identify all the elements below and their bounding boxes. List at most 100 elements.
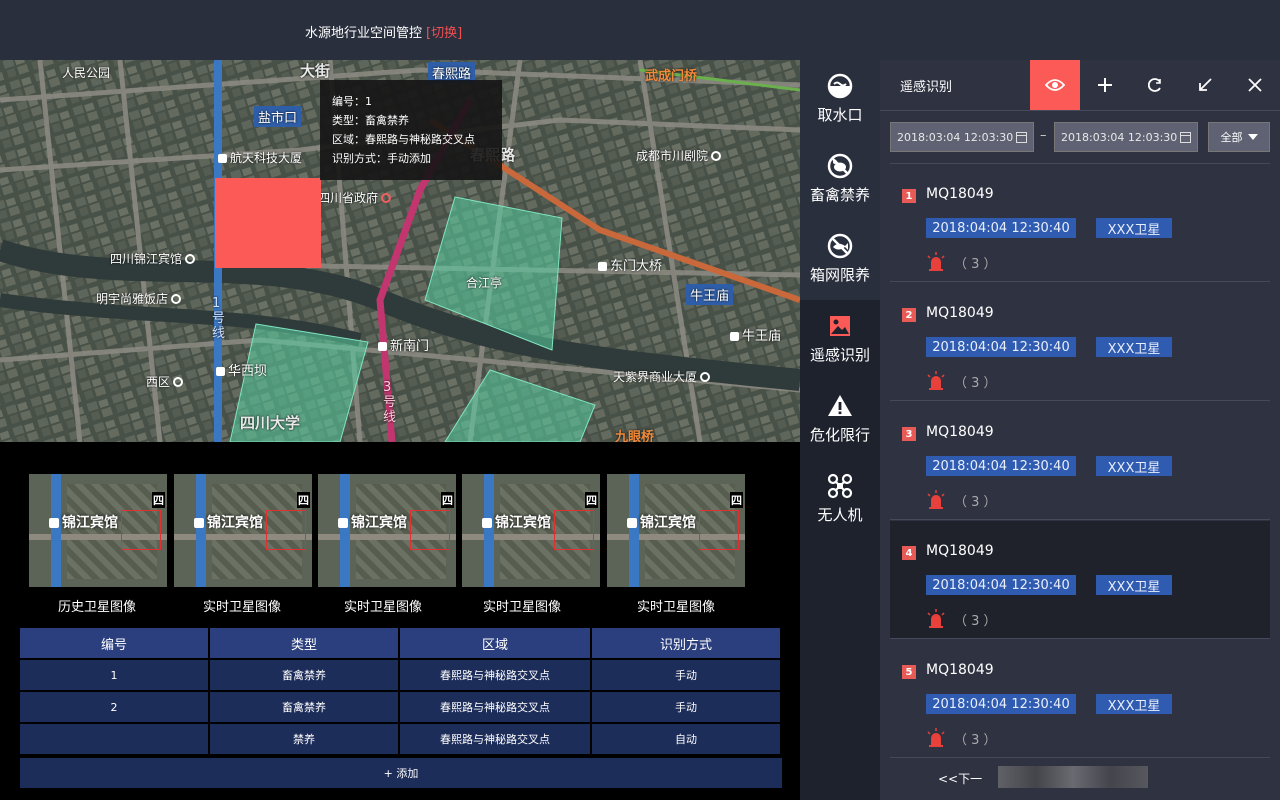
map-label-renmin-park: 人民公园 — [62, 66, 111, 80]
close-button[interactable] — [1230, 60, 1280, 110]
thumbnail-5[interactable]: 四 锦江宾馆 — [607, 474, 745, 587]
thumbnail-corner-label: 四 — [441, 492, 454, 508]
selected-area-marker[interactable] — [215, 178, 321, 268]
drone-icon — [827, 473, 853, 499]
table-cell-method: 手动 — [592, 692, 780, 722]
water-intake-icon — [827, 73, 853, 99]
thumbnail-caption-5: 实时卫星图像 — [636, 600, 715, 615]
map-label-aerospace-tower-text: 航天科技大厦 — [230, 151, 303, 165]
map-label-mingyu-hotel-text: 明宇尚雅饭店 — [96, 292, 169, 306]
map-label-line1: 1号线 — [212, 296, 226, 341]
map-label-niuwang-temple: 牛王庙 — [730, 325, 781, 344]
close-icon — [1248, 78, 1262, 92]
thumbnail-4[interactable]: 四 锦江宾馆 — [462, 474, 600, 587]
item-count: （ 3 ） — [954, 257, 997, 272]
minimize-button[interactable] — [1180, 60, 1230, 110]
map-label-xiqu-text: 西区 — [146, 375, 171, 389]
map-label-tianzijie: 天紫界商业大厦 — [613, 368, 711, 385]
thumbnail-caption-3: 实时卫星图像 — [343, 600, 422, 615]
nav-livestock-ban[interactable]: 畜禽禁养 — [800, 140, 880, 220]
item-count: （ 3 ） — [954, 614, 997, 629]
filter-value: 全部 — [1220, 131, 1243, 144]
date-from-input[interactable]: 2018:03:04 12:03:30 — [890, 122, 1034, 152]
item-code: MQ18049 — [926, 186, 994, 202]
switch-link[interactable]: [切换] — [426, 26, 462, 41]
list-item[interactable]: 4 MQ18049 2018:04:04 12:30:40 XXX卫星 （ 3 … — [890, 521, 1270, 639]
table-cell-id: 1 — [20, 660, 208, 690]
side-nav: 取水口 畜禽禁养 箱网限养 遥感识别 危化限行 无人机 — [800, 60, 880, 800]
hazard-warning-icon — [828, 395, 852, 416]
item-number: 4 — [902, 546, 916, 560]
satellite-map[interactable]: 人民公园 大街 春熙路 武成门桥 盐市口 航天科技大厦 春熙路 成都市川剧院 四… — [0, 60, 800, 442]
poi-icon — [598, 262, 607, 271]
poi-icon — [730, 332, 739, 341]
poi-icon — [216, 367, 225, 376]
map-label-niuwang-temple-text: 牛王庙 — [742, 329, 782, 344]
thumbnail-poi-name: 锦江宾馆 — [207, 515, 263, 531]
arrow-down-left-icon — [1199, 78, 1212, 91]
date-to-input[interactable]: 2018:03:04 12:03:30 — [1054, 122, 1198, 152]
poi-icon — [378, 342, 387, 351]
item-time-tag: 2018:04:04 12:30:40 — [926, 456, 1076, 476]
item-satellite-tag: XXX卫星 — [1096, 694, 1172, 714]
table-header-row: 编号 类型 区域 识别方式 — [20, 628, 782, 660]
calendar-icon — [1016, 132, 1027, 143]
highlight-box — [121, 510, 161, 550]
map-label-hejiang-pavilion: 合江亭 — [466, 276, 503, 290]
nav-water-intake[interactable]: 取水口 — [800, 60, 880, 140]
nav-hazard-limit[interactable]: 危化限行 — [800, 380, 880, 460]
table-row[interactable]: 2 畜禽禁养 春熙路与神秘路交叉点 手动 — [20, 692, 782, 724]
map-label-yanshikou: 盐市口 — [254, 106, 302, 127]
thumbnail-poi: 锦江宾馆 — [338, 512, 407, 532]
tooltip-method: 识别方式：手动添加 — [332, 152, 431, 165]
alarm-icon — [927, 728, 945, 747]
view-button[interactable] — [1030, 60, 1080, 110]
list-item[interactable]: 1 MQ18049 2018:04:04 12:30:40 XXX卫星 （ 3 … — [890, 164, 1270, 282]
thumbnail-1[interactable]: 四 锦江宾馆 — [29, 474, 167, 587]
list-item[interactable]: 2 MQ18049 2018:04:04 12:30:40 XXX卫星 （ 3 … — [890, 283, 1270, 401]
highlight-box — [266, 510, 306, 550]
item-count: （ 3 ） — [954, 733, 997, 748]
satellite-thumbnails: 四 锦江宾馆 历史卫星图像 四 锦江宾馆 实时卫星图像 四 锦江宾馆 实时卫星图… — [0, 442, 800, 628]
item-satellite-tag: XXX卫星 — [1096, 218, 1172, 238]
table-row[interactable]: 1 畜禽禁养 春熙路与神秘路交叉点 手动 — [20, 660, 782, 692]
map-label-xinnanmen-text: 新南门 — [390, 339, 430, 354]
thumbnail-2[interactable]: 四 锦江宾馆 — [174, 474, 312, 587]
nav-drone[interactable]: 无人机 — [800, 460, 880, 540]
divider — [880, 110, 1280, 111]
nav-cage-limit[interactable]: 箱网限养 — [800, 220, 880, 300]
poi-icon — [185, 254, 196, 264]
table-row[interactable]: 禁养 春熙路与神秘路交叉点 自动 — [20, 724, 782, 756]
thumbnail-caption-4: 实时卫星图像 — [482, 600, 561, 615]
table-cell-method: 手动 — [592, 660, 780, 690]
item-satellite-tag: XXX卫星 — [1096, 337, 1172, 357]
alarm-icon — [927, 252, 945, 271]
add-button[interactable] — [1080, 60, 1130, 110]
caret-down-icon — [1247, 134, 1258, 140]
date-range-separator: – — [1040, 128, 1047, 143]
map-label-tianzijie-text: 天紫界商业大厦 — [613, 370, 698, 384]
map-label-line3: 3号线 — [383, 380, 397, 425]
pager-prev-link[interactable]: <<下一 — [938, 770, 982, 787]
add-record-button[interactable]: + 添加 — [20, 758, 782, 788]
livestock-ban-icon — [827, 153, 853, 179]
alarm-icon — [927, 609, 945, 628]
thumbnail-3[interactable]: 四 锦江宾馆 — [318, 474, 456, 587]
map-label-sichuan-gov: 四川省政府 — [318, 189, 392, 206]
table-header-type: 类型 — [210, 628, 398, 658]
header-title-text: 水源地行业空间管控 — [305, 26, 423, 41]
thumbnail-corner-label: 四 — [152, 492, 165, 508]
nav-remote-sensing[interactable]: 遥感识别 — [800, 300, 880, 380]
list-item[interactable]: 3 MQ18049 2018:04:04 12:30:40 XXX卫星 （ 3 … — [890, 402, 1270, 520]
filter-dropdown[interactable]: 全部 — [1208, 122, 1270, 152]
date-from-value: 2018:03:04 12:03:30 — [897, 130, 1014, 144]
list-item[interactable]: 5 MQ18049 2018:04:04 12:30:40 XXX卫星 （ 3 … — [890, 640, 1270, 758]
highlight-box — [554, 510, 594, 550]
refresh-button[interactable] — [1130, 60, 1180, 110]
map-label-dongmen-bridge-text: 东门大桥 — [610, 259, 663, 274]
map-label-jinjiang-hotel: 四川锦江宾馆 — [110, 250, 196, 267]
remote-sensing-icon — [830, 316, 850, 336]
item-code: MQ18049 — [926, 424, 994, 440]
tooltip-area: 区域：春熙路与神秘路交叉点 — [332, 133, 475, 146]
table-header-method: 识别方式 — [592, 628, 780, 658]
